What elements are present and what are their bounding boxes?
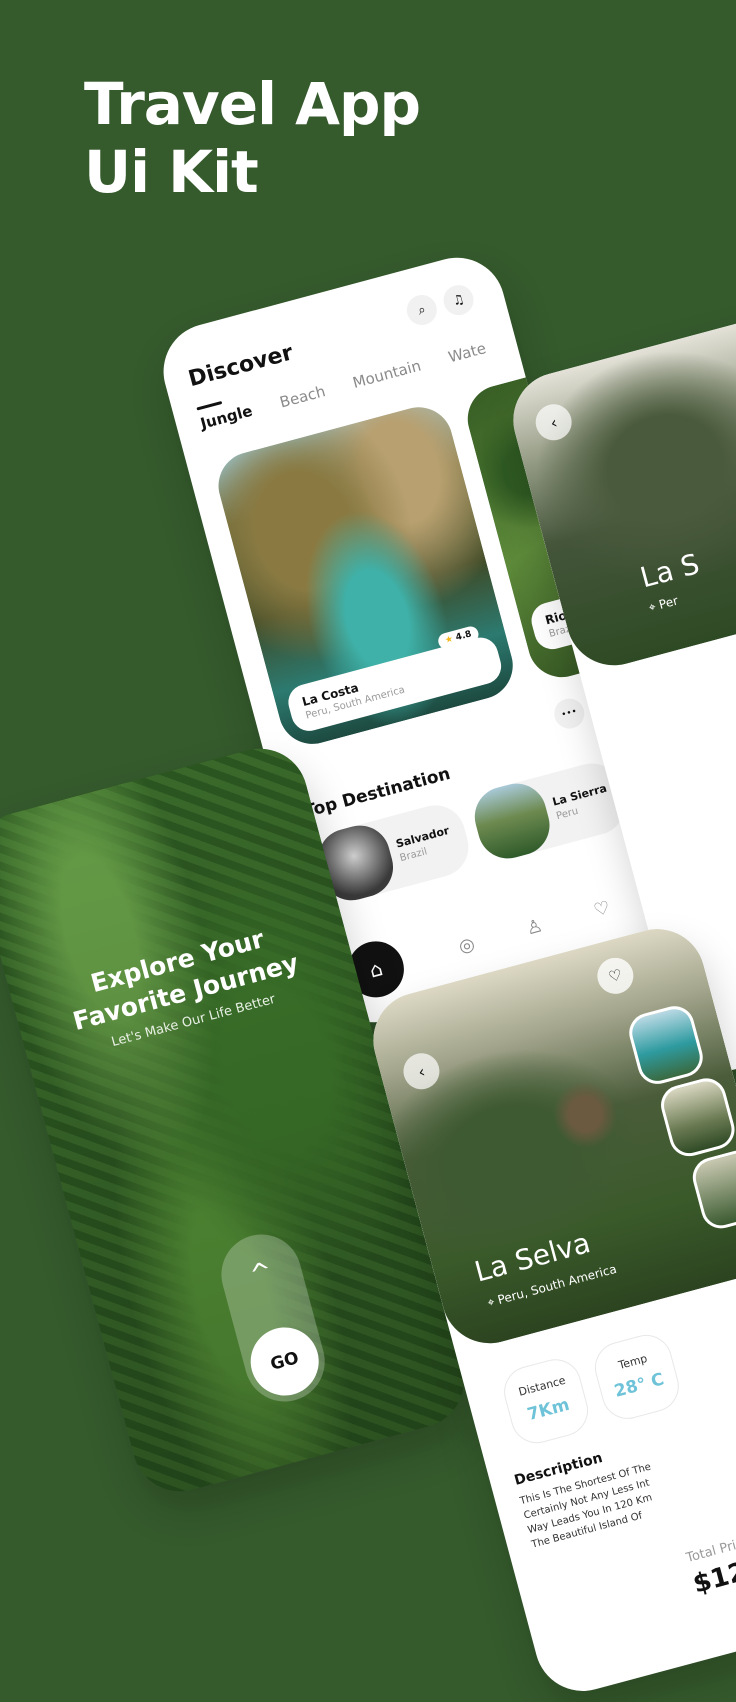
destination-card-la-costa[interactable]: ★ 4.8 La Costa Peru, South America	[210, 399, 521, 752]
destination-location: ⌖ Per	[647, 593, 680, 615]
stat-distance: Distance 7Km	[498, 1353, 594, 1450]
destination-title: La S	[636, 547, 703, 595]
tab-jungle[interactable]: Jungle	[198, 402, 254, 433]
nav-explore[interactable]: ◎	[452, 930, 481, 959]
hero-title: Travel App Ui Kit	[84, 70, 421, 206]
location-text: Per	[657, 593, 680, 612]
nav-favorites[interactable]: ♡	[587, 894, 616, 923]
bell-icon: ♫	[450, 291, 467, 309]
tab-beach[interactable]: Beach	[278, 382, 328, 411]
favorite-button[interactable]: ♡	[593, 953, 638, 998]
compass-icon: ◎	[456, 932, 478, 958]
destination-subtitle: Peru	[555, 805, 580, 823]
home-icon: ⌂	[366, 956, 386, 983]
destination-thumbnail	[468, 776, 557, 866]
destination-title: La Sierra	[551, 781, 609, 809]
hero-title-line1: Travel App	[84, 70, 421, 138]
location-pin-icon: ⌖	[647, 599, 658, 615]
search-button[interactable]: ⌕	[403, 291, 441, 329]
back-button[interactable]: ‹	[531, 400, 576, 445]
more-icon: •••	[560, 706, 579, 721]
page-title: Discover	[185, 340, 296, 393]
chevron-left-icon: ‹	[548, 412, 560, 433]
stat-temp: Temp 28° C	[589, 1329, 685, 1425]
chevron-left-icon: ‹	[415, 1061, 427, 1082]
more-button[interactable]: •••	[550, 695, 588, 732]
top-destination-salvador[interactable]: Salvador Brazil	[311, 798, 476, 908]
location-pin-icon: ⌖	[485, 1294, 497, 1310]
gallery-thumbnail[interactable]	[688, 1146, 736, 1233]
notification-button[interactable]: ♫	[440, 281, 477, 319]
card-label: La Costa Peru, South America	[284, 633, 506, 735]
heart-icon: ♡	[591, 896, 613, 922]
back-button[interactable]: ‹	[399, 1049, 444, 1094]
heart-icon: ♡	[606, 965, 625, 987]
tab-water[interactable]: Wate	[446, 339, 488, 366]
chevron-up-icon: ^	[246, 1256, 276, 1291]
gallery-thumbnail[interactable]	[656, 1073, 736, 1161]
description-text: This Is The Shortest Of The Certainly No…	[518, 1432, 736, 1552]
tab-mountain[interactable]: Mountain	[351, 356, 423, 391]
nav-profile[interactable]: ♙	[520, 912, 549, 941]
search-icon: ⌕	[416, 301, 428, 319]
gallery-thumbnail[interactable]	[624, 1001, 708, 1089]
user-icon: ♙	[523, 914, 545, 940]
hero-title-line2: Ui Kit	[84, 138, 259, 206]
